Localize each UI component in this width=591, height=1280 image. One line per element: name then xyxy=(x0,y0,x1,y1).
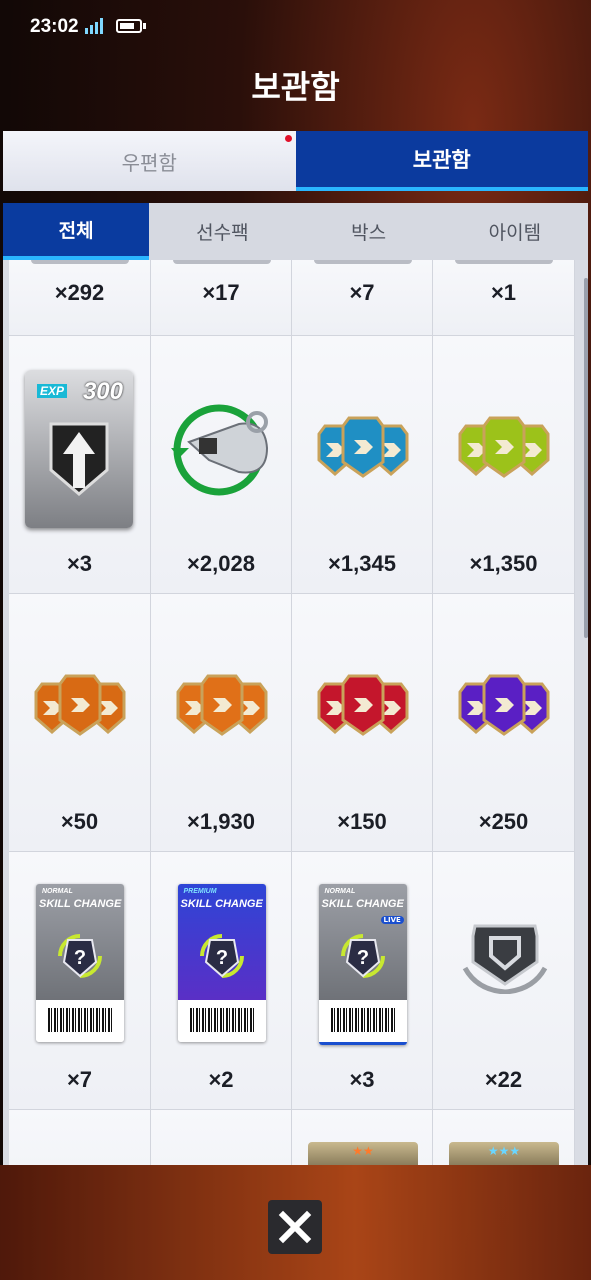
item-count: ×22 xyxy=(484,1067,523,1092)
ticket-tier: PREMIUM xyxy=(183,888,217,895)
close-button[interactable] xyxy=(268,1200,322,1254)
category-tabs: 전체 선수팩 박스 아이템 xyxy=(3,203,588,260)
battery-icon xyxy=(116,19,142,33)
item-slot[interactable]: ×3 NORMAL SKILL CHANGE LIVE ? xyxy=(292,852,433,1110)
star-rating-icon: ★★★ xyxy=(487,1144,521,1158)
ticket-name: SKILL CHANGE xyxy=(321,898,404,910)
ticket-tier: NORMAL xyxy=(42,888,73,895)
scrollbar[interactable] xyxy=(584,278,588,638)
status-time: 23:02 xyxy=(30,16,79,37)
blue-gem-triple-icon xyxy=(307,416,419,484)
lime-gem-triple-icon xyxy=(448,416,560,484)
subtab-player-pack[interactable]: 선수팩 xyxy=(149,203,295,260)
item-slot[interactable]: ×292 xyxy=(9,260,151,336)
red-gem-triple-icon xyxy=(307,674,419,742)
tab-storage[interactable]: 보관함 xyxy=(295,131,588,191)
item-slot[interactable]: ×1,345 xyxy=(292,336,433,594)
svg-text:?: ? xyxy=(215,947,227,969)
status-bar: 23:02 xyxy=(0,0,591,56)
item-slot[interactable]: ×2,028 xyxy=(151,336,292,594)
item-slot[interactable]: ★★★ xyxy=(433,1110,575,1165)
barcode xyxy=(330,1008,395,1032)
item-count: ×150 xyxy=(337,809,387,834)
svg-text:?: ? xyxy=(356,947,368,969)
item-count: ×1,350 xyxy=(469,551,538,576)
subtab-box[interactable]: 박스 xyxy=(296,203,442,260)
item-slot[interactable]: ×22 xyxy=(433,852,575,1110)
partial-item-icon xyxy=(173,260,271,264)
item-slot[interactable]: ×250 xyxy=(433,594,575,852)
partial-item-icon xyxy=(31,260,129,264)
item-slot[interactable] xyxy=(151,1110,292,1165)
orange-gem-triple-icon xyxy=(24,674,136,742)
exp-label: EXP xyxy=(37,384,68,398)
item-count: ×7 xyxy=(66,1067,93,1092)
item-slot[interactable]: ×17 xyxy=(151,260,292,336)
partial-item-icon xyxy=(455,260,553,264)
storage-panel: 전체 선수팩 박스 아이템 ×292 ×17 ×7 ×1 ×3 EXP 300 ×2,0… xyxy=(3,203,588,1165)
svg-text:?: ? xyxy=(74,947,86,969)
item-count: ×1,930 xyxy=(187,809,255,834)
whistle-icon xyxy=(169,398,277,502)
exp-value: 300 xyxy=(82,378,123,405)
purple-gem-triple-icon xyxy=(448,674,560,742)
item-slot[interactable]: ×50 xyxy=(9,594,151,852)
ticket-tier: NORMAL xyxy=(324,888,356,895)
question-shield-icon: ? xyxy=(340,934,385,978)
item-count: ×3 xyxy=(66,551,93,576)
item-slot[interactable]: ×1,930 xyxy=(151,594,292,852)
item-count: ×50 xyxy=(60,809,99,834)
item-slot[interactable]: ×7 xyxy=(292,260,433,336)
item-count: ×17 xyxy=(202,280,240,305)
page-title: 보관함 xyxy=(251,68,340,106)
signal-icon xyxy=(85,18,103,34)
item-count: ×250 xyxy=(478,809,529,834)
item-slot[interactable]: ★★ xyxy=(292,1110,433,1165)
barcode xyxy=(189,1008,254,1032)
item-slot[interactable]: ×7 NORMAL SKILL CHANGE ? xyxy=(9,852,151,1110)
subtab-item[interactable]: 아이템 xyxy=(442,203,588,260)
exp-card-icon: EXP 300 xyxy=(25,370,133,528)
player-card-icon: ★★ xyxy=(308,1142,418,1165)
player-card-icon: ★★★ xyxy=(449,1142,559,1165)
partial-item-icon xyxy=(314,260,412,264)
item-slot[interactable]: ×1,350 xyxy=(433,336,575,594)
item-slot[interactable] xyxy=(9,1110,151,1165)
item-slot[interactable]: ×2 PREMIUM SKILL CHANGE ? xyxy=(151,852,292,1110)
ticket-name: SKILL CHANGE xyxy=(180,898,263,910)
item-slot[interactable]: ×3 EXP 300 xyxy=(9,336,151,594)
orange-gem-triple-icon xyxy=(166,674,278,742)
notification-dot xyxy=(284,135,292,142)
close-icon xyxy=(278,1210,312,1244)
item-slot[interactable]: ×1 xyxy=(433,260,575,336)
tab-mailbox-label: 우편함 xyxy=(121,150,177,175)
ticket-name: SKILL CHANGE xyxy=(39,898,122,910)
question-shield-icon: ? xyxy=(199,934,244,978)
tab-storage-label: 보관함 xyxy=(412,148,471,172)
item-count: ×3 xyxy=(349,1067,375,1092)
shield-emblem-icon xyxy=(457,920,553,998)
item-count: ×292 xyxy=(54,280,105,305)
item-count: ×7 xyxy=(349,280,375,305)
star-rating-icon: ★★ xyxy=(352,1144,374,1158)
item-count: ×1,345 xyxy=(328,551,396,576)
up-arrow-icon xyxy=(49,422,109,496)
question-shield-icon: ? xyxy=(58,934,102,978)
item-count: ×1 xyxy=(490,280,517,305)
top-tabs: 우편함 보관함 xyxy=(3,131,588,191)
item-count: ×2,028 xyxy=(187,551,255,576)
live-badge: LIVE xyxy=(380,916,404,924)
subtab-all[interactable]: 전체 xyxy=(3,203,150,260)
barcode xyxy=(48,1008,112,1032)
item-slot[interactable]: ×150 xyxy=(292,594,433,852)
tab-mailbox[interactable]: 우편함 xyxy=(3,131,296,191)
item-count: ×2 xyxy=(208,1067,234,1092)
